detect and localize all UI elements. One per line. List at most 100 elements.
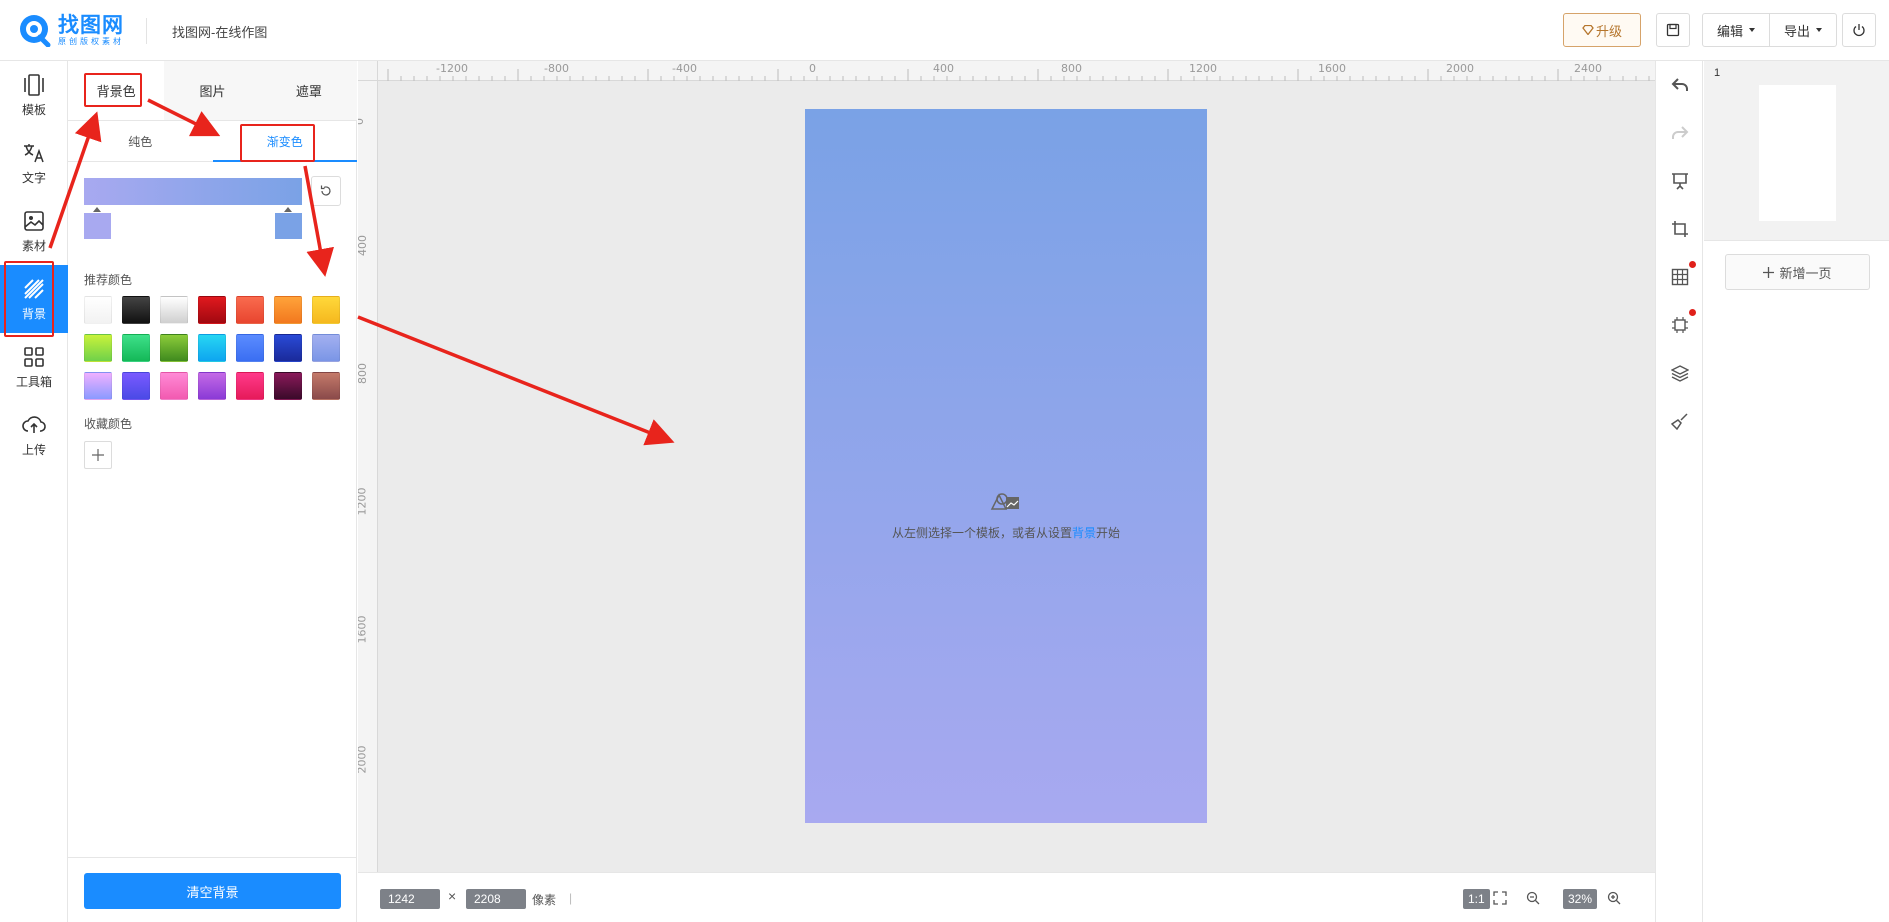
zoom-level[interactable]: 32% bbox=[1563, 889, 1598, 909]
color-swatch[interactable] bbox=[122, 296, 150, 324]
ruler-label: -400 bbox=[672, 62, 697, 75]
hint-text: 从左侧选择一个模板，或者从设置背景开始 bbox=[805, 524, 1207, 541]
redo-icon bbox=[1672, 126, 1689, 139]
empty-hint: 从左侧选择一个模板，或者从设置背景开始 bbox=[805, 489, 1207, 541]
page-number: 1 bbox=[1714, 67, 1721, 79]
table-button[interactable] bbox=[1668, 261, 1696, 289]
ruler-label: 0 bbox=[358, 118, 366, 125]
gradient-reset-button[interactable] bbox=[311, 176, 341, 206]
nav-label: 工具箱 bbox=[15, 374, 52, 389]
nav-label: 素材 bbox=[21, 238, 46, 253]
nav-toolbox[interactable]: 工具箱 bbox=[0, 333, 68, 401]
plus-icon bbox=[92, 449, 104, 461]
color-swatch[interactable] bbox=[312, 334, 340, 362]
export-dropdown[interactable]: 导出 bbox=[1769, 14, 1836, 46]
color-swatch[interactable] bbox=[160, 372, 188, 400]
nav-label: 上传 bbox=[21, 442, 46, 457]
ruler-label: 2400 bbox=[1574, 62, 1602, 75]
ruler-label: 0 bbox=[809, 62, 816, 75]
zoom-out-icon bbox=[1526, 891, 1540, 905]
crop-icon bbox=[1672, 221, 1688, 237]
color-swatch[interactable] bbox=[236, 334, 264, 362]
layers-button[interactable] bbox=[1668, 361, 1692, 385]
color-swatch[interactable] bbox=[198, 334, 226, 362]
image-icon bbox=[24, 210, 44, 231]
clear-brush-button[interactable] bbox=[1668, 409, 1692, 433]
color-swatch[interactable] bbox=[160, 296, 188, 324]
ruler-vertical[interactable]: 0 400 800 1200 1600 2000 bbox=[358, 81, 378, 872]
ruler-label: 1200 bbox=[358, 487, 369, 516]
panel-footer-divider bbox=[68, 857, 357, 858]
save-icon bbox=[1666, 23, 1680, 37]
layers-icon bbox=[1671, 365, 1689, 382]
add-page-label: 新增一页 bbox=[1779, 265, 1832, 281]
undo-button[interactable] bbox=[1668, 73, 1692, 97]
color-swatch[interactable] bbox=[236, 372, 264, 400]
subtab-solid[interactable]: 纯色 bbox=[68, 122, 213, 161]
color-swatch[interactable] bbox=[236, 296, 264, 324]
logo[interactable]: 找图网 原创版权素材 bbox=[18, 12, 124, 48]
zoom-out-button[interactable] bbox=[1522, 887, 1544, 909]
page-thumbnail[interactable] bbox=[1759, 85, 1836, 221]
color-swatch[interactable] bbox=[198, 296, 226, 324]
ruler-label: 1200 bbox=[1189, 62, 1217, 75]
crop-button[interactable] bbox=[1668, 217, 1692, 241]
cloud-upload-icon bbox=[22, 415, 46, 433]
ruler-label: 1600 bbox=[358, 615, 369, 644]
color-swatch[interactable] bbox=[274, 296, 302, 324]
fullscreen-icon bbox=[1493, 891, 1507, 905]
redo-button[interactable] bbox=[1668, 121, 1692, 145]
hint-background-link[interactable]: 背景 bbox=[1072, 526, 1096, 540]
height-input[interactable]: 2208 bbox=[466, 889, 526, 909]
separator: | bbox=[569, 891, 573, 905]
clear-background-button[interactable]: 清空背景 bbox=[84, 873, 341, 909]
gradient-stop-end[interactable] bbox=[275, 207, 302, 239]
canvas-area[interactable]: -1200 -800 -400 0 400 800 1200 1600 2000… bbox=[358, 61, 1655, 872]
grid-icon bbox=[24, 346, 44, 367]
text-translate-icon bbox=[24, 143, 44, 162]
color-swatch[interactable] bbox=[198, 372, 226, 400]
logout-button[interactable] bbox=[1842, 13, 1876, 47]
color-swatch[interactable] bbox=[274, 372, 302, 400]
color-swatch[interactable] bbox=[84, 372, 112, 400]
color-swatch[interactable] bbox=[274, 334, 302, 362]
actual-size-button[interactable]: 1:1 bbox=[1463, 889, 1490, 909]
tab-image[interactable]: 图片 bbox=[164, 61, 260, 120]
pages-panel: 1 新增一页 bbox=[1704, 61, 1889, 922]
nav-text[interactable]: 文字 bbox=[0, 129, 68, 197]
logo-title: 找图网 bbox=[58, 12, 124, 37]
add-favorite-color-button[interactable] bbox=[84, 441, 112, 469]
tab-background-color[interactable]: 背景色 bbox=[68, 61, 165, 120]
nav-material[interactable]: 素材 bbox=[0, 197, 68, 265]
subtab-gradient[interactable]: 渐变色 bbox=[212, 122, 358, 162]
header-divider bbox=[146, 18, 147, 44]
chip-button[interactable] bbox=[1668, 309, 1696, 337]
color-swatch[interactable] bbox=[84, 296, 112, 324]
top-bar: 找图网 原创版权素材 找图网-在线作图 升级 编辑 导出 bbox=[0, 0, 1889, 61]
width-input[interactable]: 1242 bbox=[380, 889, 440, 909]
color-swatch[interactable] bbox=[312, 372, 340, 400]
plus-icon bbox=[1763, 266, 1775, 278]
color-swatch[interactable] bbox=[122, 372, 150, 400]
nav-template[interactable]: 模板 bbox=[0, 61, 68, 129]
nav-upload[interactable]: 上传 bbox=[0, 401, 68, 469]
ruler-label: 400 bbox=[358, 235, 369, 256]
fullscreen-button[interactable] bbox=[1489, 887, 1511, 909]
color-swatch[interactable] bbox=[160, 334, 188, 362]
presentation-button[interactable] bbox=[1668, 169, 1692, 193]
ruler-horizontal[interactable]: -1200 -800 -400 0 400 800 1200 1600 2000… bbox=[378, 61, 1655, 81]
gradient-stop-start[interactable] bbox=[84, 207, 111, 239]
upgrade-button[interactable]: 升级 bbox=[1563, 13, 1641, 47]
artboard[interactable]: 从左侧选择一个模板，或者从设置背景开始 bbox=[805, 109, 1207, 823]
color-swatch[interactable] bbox=[122, 334, 150, 362]
color-swatch[interactable] bbox=[312, 296, 340, 324]
save-button[interactable] bbox=[1656, 13, 1690, 47]
color-swatch[interactable] bbox=[84, 334, 112, 362]
zoom-in-button[interactable] bbox=[1603, 887, 1625, 909]
add-page-button[interactable]: 新增一页 bbox=[1725, 254, 1870, 290]
tab-mask[interactable]: 遮罩 bbox=[261, 61, 357, 120]
nav-background[interactable]: 背景 bbox=[0, 265, 75, 333]
gradient-preview-bar[interactable] bbox=[84, 178, 302, 205]
edit-dropdown[interactable]: 编辑 bbox=[1703, 14, 1769, 46]
recommended-colors-label: 推荐颜色 bbox=[84, 273, 133, 287]
